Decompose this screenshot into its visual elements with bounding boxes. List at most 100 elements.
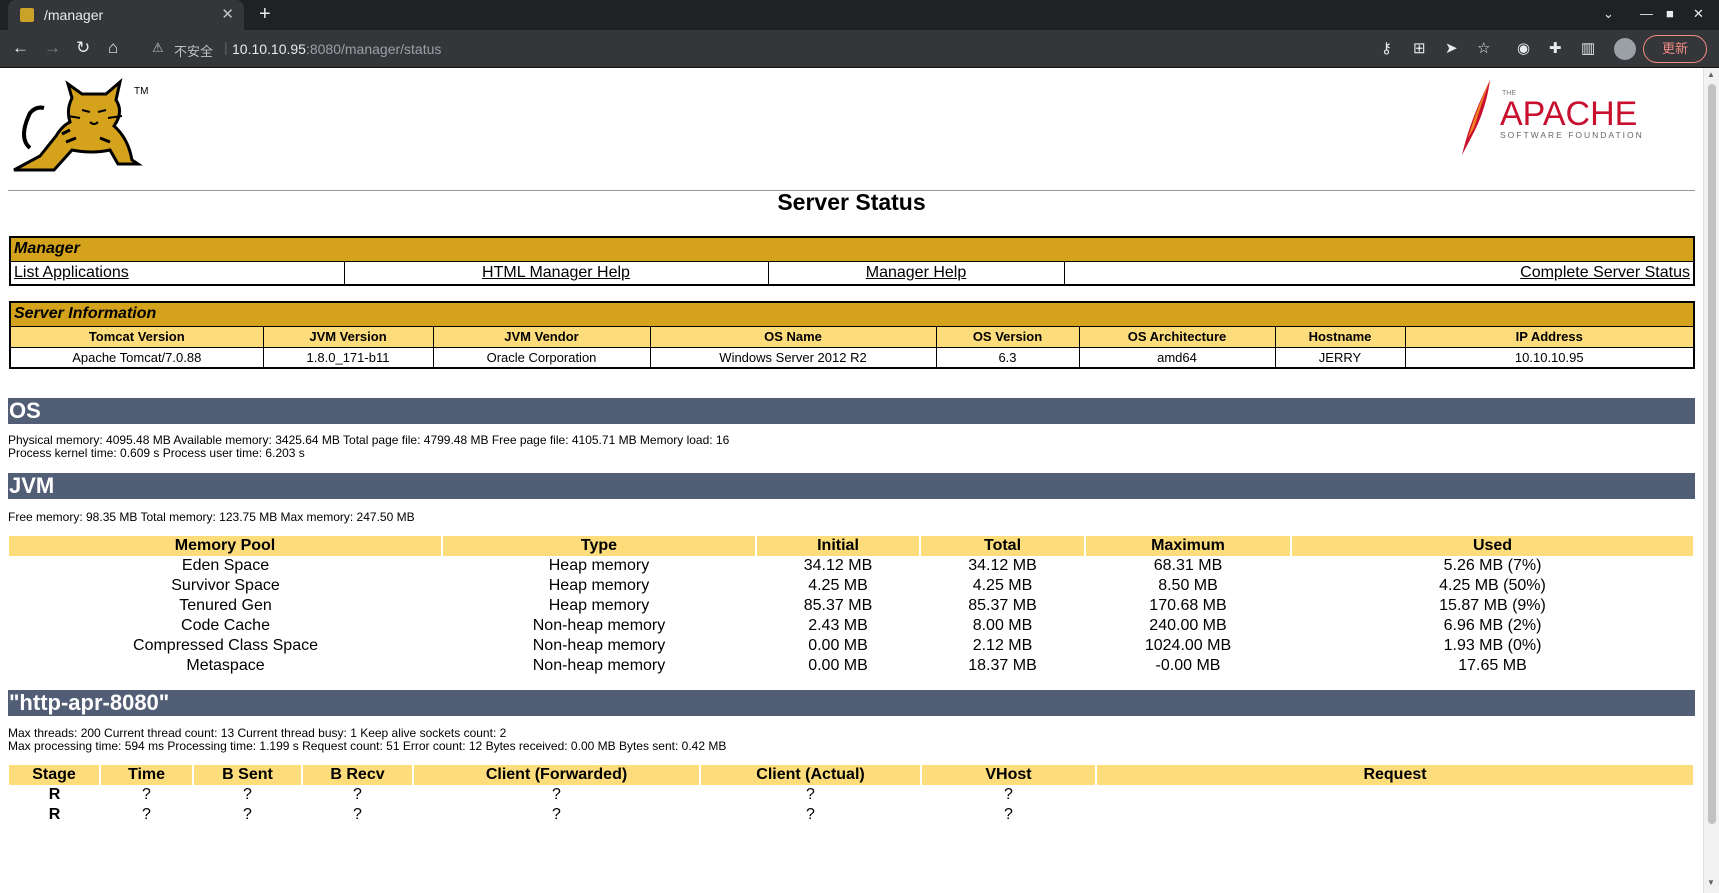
col-header: OS Name [649, 325, 937, 348]
minimize-button[interactable]: — [1640, 6, 1653, 21]
table-cell: 0.00 MB [808, 657, 868, 674]
table-cell: amd64 [1078, 346, 1276, 369]
tab-search-chevron-icon[interactable]: ⌄ [1603, 6, 1614, 22]
table-cell: Oracle Corporation [432, 346, 651, 369]
table-cell: 10.10.10.95 [1404, 346, 1695, 369]
os-info: Physical memory: 4095.48 MB Available me… [8, 434, 729, 460]
extension-circle-icon[interactable]: ◉ [1517, 39, 1530, 57]
tomcat-logo[interactable]: TM [10, 77, 155, 183]
table-cell: ? [142, 806, 151, 823]
new-tab-button[interactable]: + [259, 3, 271, 26]
table-cell: 6.96 MB (2%) [1443, 617, 1542, 634]
side-panel-icon[interactable]: ▥ [1581, 39, 1595, 57]
col-header: IP Address [1404, 325, 1695, 348]
send-icon[interactable]: ➤ [1445, 39, 1458, 57]
translate-icon[interactable]: ⊞ [1413, 39, 1426, 57]
table-cell: 8.00 MB [972, 617, 1033, 634]
col-header: Stage [9, 765, 101, 785]
forward-button[interactable]: → [44, 38, 61, 58]
update-button[interactable]: 更新 [1643, 35, 1707, 63]
table-cell: Metaspace [186, 657, 265, 674]
col-header: Type [442, 536, 757, 556]
maximize-button[interactable]: ■ [1666, 6, 1674, 21]
apache-logo[interactable]: THE APACHE SOFTWARE FOUNDATION [1450, 80, 1650, 165]
col-header: Client (Forwarded) [413, 765, 701, 785]
table-cell [1096, 805, 1694, 825]
scrollbar-thumb[interactable] [1708, 84, 1716, 824]
scroll-down-icon[interactable]: ▼ [1707, 878, 1715, 887]
warning-icon[interactable]: ⚠ [152, 40, 164, 56]
request-table: Stage Time B Sent B Recv Client (Forward… [9, 765, 1695, 825]
bookmark-star-icon[interactable]: ☆ [1477, 39, 1490, 57]
jvm-heading: JVM [8, 473, 1695, 499]
manager-help-link[interactable]: Manager Help [866, 264, 967, 281]
table-cell: 1024.00 MB [1144, 637, 1232, 654]
reload-button[interactable]: ↻ [76, 38, 90, 58]
col-header: OS Version [935, 325, 1080, 348]
table-cell: 15.87 MB (9%) [1439, 597, 1546, 614]
table-cell: ? [243, 786, 252, 803]
table-row: Survivor Space Heap memory 4.25 MB 4.25 … [9, 576, 1694, 596]
connector-info: Max threads: 200 Current thread count: 1… [8, 727, 726, 753]
table-cell: Non-heap memory [532, 657, 666, 674]
connector-heading: "http-apr-8080" [8, 690, 1695, 716]
os-heading: OS [8, 398, 1695, 424]
page-content: TM THE APACHE SOFTWARE FOUNDATION Server… [0, 68, 1703, 893]
html-manager-help-link[interactable]: HTML Manager Help [482, 264, 630, 281]
table-cell: Non-heap memory [532, 617, 666, 634]
table-row: R ? ? ? ? ? ? [9, 785, 1694, 805]
table-cell: 4.25 MB [972, 577, 1033, 594]
col-header: JVM Version [262, 325, 434, 348]
col-header: Initial [756, 536, 921, 556]
table-row: Code Cache Non-heap memory 2.43 MB 8.00 … [9, 616, 1694, 636]
address-bar[interactable]: ⚠ 不安全 | 10.10.10.95:8080/manager/status [140, 35, 1340, 63]
memory-pool-table: Memory Pool Type Initial Total Maximum U… [9, 536, 1695, 676]
table-cell: Heap memory [548, 577, 650, 594]
table-cell: -0.00 MB [1155, 657, 1221, 674]
table-cell: JERRY [1274, 346, 1406, 369]
scroll-up-icon[interactable]: ▲ [1707, 70, 1715, 79]
table-cell: 6.3 [935, 346, 1080, 369]
col-header: Time [100, 765, 194, 785]
extensions-puzzle-icon[interactable]: ✚ [1549, 39, 1562, 57]
table-cell: Eden Space [181, 557, 270, 574]
table-cell: Windows Server 2012 R2 [649, 346, 937, 369]
tomcat-favicon-icon [20, 8, 34, 22]
home-icon[interactable]: ⌂ [108, 38, 118, 58]
back-button[interactable]: ← [12, 38, 29, 58]
browser-tab[interactable]: /manager ✕ [8, 0, 244, 30]
table-cell: ? [806, 806, 815, 823]
table-cell: Non-heap memory [532, 637, 666, 654]
table-cell: 2.12 MB [972, 637, 1033, 654]
table-cell: ? [142, 786, 151, 803]
table-cell: ? [1004, 786, 1013, 803]
col-header: Tomcat Version [9, 325, 264, 348]
table-cell: 17.65 MB [1458, 657, 1527, 674]
key-icon[interactable]: ⚷ [1381, 39, 1392, 57]
table-cell: ? [353, 806, 362, 823]
manager-table: Manager List Applications HTML Manager H… [9, 236, 1695, 286]
tab-bar: /manager ✕ + ⌄ — ■ ✕ [0, 0, 1719, 30]
close-window-button[interactable]: ✕ [1693, 6, 1704, 22]
list-applications-link[interactable]: List Applications [14, 264, 129, 281]
table-cell: 34.12 MB [968, 557, 1037, 574]
table-cell: 34.12 MB [803, 557, 873, 574]
table-cell: 240.00 MB [1149, 617, 1227, 634]
table-cell: Heap memory [548, 597, 650, 614]
jvm-info: Free memory: 98.35 MB Total memory: 123.… [8, 510, 415, 524]
col-header: Used [1291, 536, 1695, 556]
page-scrollbar[interactable]: ▲ ▼ [1703, 68, 1719, 893]
server-info-section-header: Server Information [9, 301, 1695, 327]
close-tab-icon[interactable]: ✕ [221, 5, 234, 23]
manager-section-header: Manager [9, 236, 1695, 262]
table-cell: 4.25 MB (50%) [1439, 577, 1546, 594]
table-row: Metaspace Non-heap memory 0.00 MB 18.37 … [9, 656, 1694, 676]
profile-avatar[interactable] [1614, 38, 1636, 60]
table-cell: 0.00 MB [808, 637, 868, 654]
col-header: Memory Pool [9, 536, 443, 556]
url-text[interactable]: 10.10.10.95:8080/manager/status [232, 41, 441, 57]
apache-sub: SOFTWARE FOUNDATION [1500, 130, 1644, 140]
complete-server-status-link[interactable]: Complete Server Status [1520, 264, 1690, 281]
browser-toolbar: ← → ↻ ⌂ ⚠ 不安全 | 10.10.10.95:8080/manager… [0, 30, 1719, 68]
table-cell: 5.26 MB (7%) [1443, 557, 1542, 574]
